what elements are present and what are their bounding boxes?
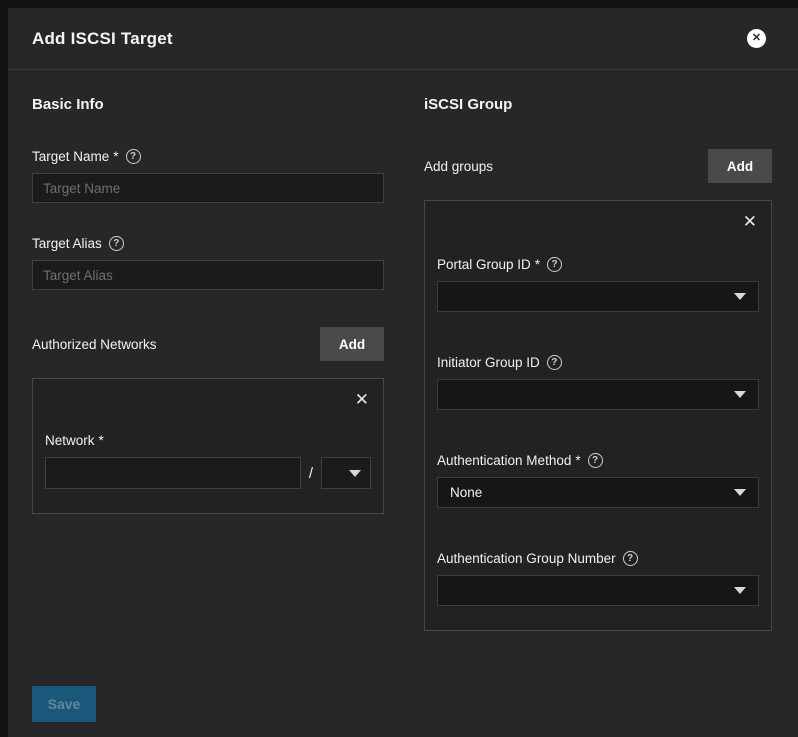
close-icon: ✕ [752, 33, 761, 44]
help-glyph: ? [130, 152, 136, 162]
required-marker: * [99, 433, 104, 448]
network-card-close-row: ✕ [45, 389, 371, 410]
help-icon[interactable]: ? [623, 551, 638, 566]
chevron-down-icon [349, 470, 361, 477]
authorized-networks-row: Authorized Networks Add [32, 327, 384, 361]
help-icon[interactable]: ? [109, 236, 124, 251]
dialog-title: Add ISCSI Target [32, 29, 173, 49]
add-network-button[interactable]: Add [320, 327, 384, 361]
required-marker: * [113, 149, 118, 164]
iscsi-group-title: iSCSI Group [424, 96, 772, 113]
authentication-method-value: None [450, 485, 482, 500]
authentication-method-field: Authentication Method * ? None [437, 453, 759, 508]
help-icon[interactable]: ? [588, 453, 603, 468]
portal-group-id-label: Portal Group ID [437, 257, 531, 272]
help-icon[interactable]: ? [547, 257, 562, 272]
remove-network-button[interactable]: ✕ [353, 389, 371, 410]
target-alias-input[interactable] [32, 260, 384, 290]
target-name-input[interactable] [32, 173, 384, 203]
authentication-group-number-field: Authentication Group Number ? [437, 551, 759, 606]
authentication-group-number-label: Authentication Group Number [437, 551, 616, 566]
help-glyph: ? [113, 239, 119, 249]
portal-group-id-select[interactable] [437, 281, 759, 312]
required-marker: * [575, 453, 580, 468]
chevron-down-icon [734, 293, 746, 300]
remove-group-button[interactable]: ✕ [741, 211, 759, 232]
dialog-body: Basic Info Target Name * ? Target Alias … [8, 70, 798, 686]
basic-info-title: Basic Info [32, 96, 384, 113]
network-label: Network [45, 433, 95, 448]
add-group-button[interactable]: Add [708, 149, 772, 183]
target-name-label-row: Target Name * ? [32, 149, 384, 164]
save-button[interactable]: Save [32, 686, 96, 722]
iscsi-group-card: ✕ Portal Group ID * ? [424, 200, 772, 631]
target-alias-label: Target Alias [32, 236, 102, 251]
authentication-method-label: Authentication Method [437, 453, 571, 468]
network-prefix-select[interactable] [321, 457, 371, 489]
chevron-down-icon [734, 391, 746, 398]
close-icon: ✕ [355, 390, 369, 409]
initiator-group-id-select[interactable] [437, 379, 759, 410]
network-input[interactable] [45, 457, 301, 489]
close-icon: ✕ [743, 212, 757, 231]
initiator-group-id-label-row: Initiator Group ID ? [437, 355, 759, 370]
help-glyph: ? [627, 554, 633, 564]
cidr-separator: / [309, 465, 313, 482]
target-name-label: Target Name [32, 149, 109, 164]
basic-info-section: Basic Info Target Name * ? Target Alias … [32, 96, 384, 686]
add-groups-row: Add groups Add [424, 149, 772, 183]
chevron-down-icon [734, 489, 746, 496]
authentication-method-select[interactable]: None [437, 477, 759, 508]
help-glyph: ? [552, 260, 558, 270]
target-alias-label-row: Target Alias ? [32, 236, 384, 251]
initiator-group-id-label: Initiator Group ID [437, 355, 540, 370]
dialog-header: Add ISCSI Target ✕ [8, 8, 798, 70]
help-icon[interactable]: ? [547, 355, 562, 370]
network-input-row: / [45, 457, 371, 489]
iscsi-group-section: iSCSI Group Add groups Add ✕ Portal Grou… [424, 96, 772, 686]
required-marker: * [535, 257, 540, 272]
initiator-group-id-field: Initiator Group ID ? [437, 355, 759, 410]
close-dialog-button[interactable]: ✕ [747, 29, 766, 48]
authentication-group-number-label-row: Authentication Group Number ? [437, 551, 759, 566]
add-groups-label: Add groups [424, 159, 493, 174]
help-glyph: ? [551, 358, 557, 368]
authentication-method-label-row: Authentication Method * ? [437, 453, 759, 468]
group-card-close-row: ✕ [437, 211, 759, 232]
authentication-group-number-select[interactable] [437, 575, 759, 606]
network-label-row: Network * [45, 433, 371, 448]
authorized-networks-label: Authorized Networks [32, 337, 157, 352]
portal-group-id-label-row: Portal Group ID * ? [437, 257, 759, 272]
network-card: ✕ Network * / [32, 378, 384, 514]
portal-group-id-field: Portal Group ID * ? [437, 257, 759, 312]
dialog-footer: Save [8, 686, 798, 737]
add-iscsi-target-dialog: Add ISCSI Target ✕ Basic Info Target Nam… [8, 8, 798, 737]
help-glyph: ? [592, 456, 598, 466]
chevron-down-icon [734, 587, 746, 594]
help-icon[interactable]: ? [126, 149, 141, 164]
